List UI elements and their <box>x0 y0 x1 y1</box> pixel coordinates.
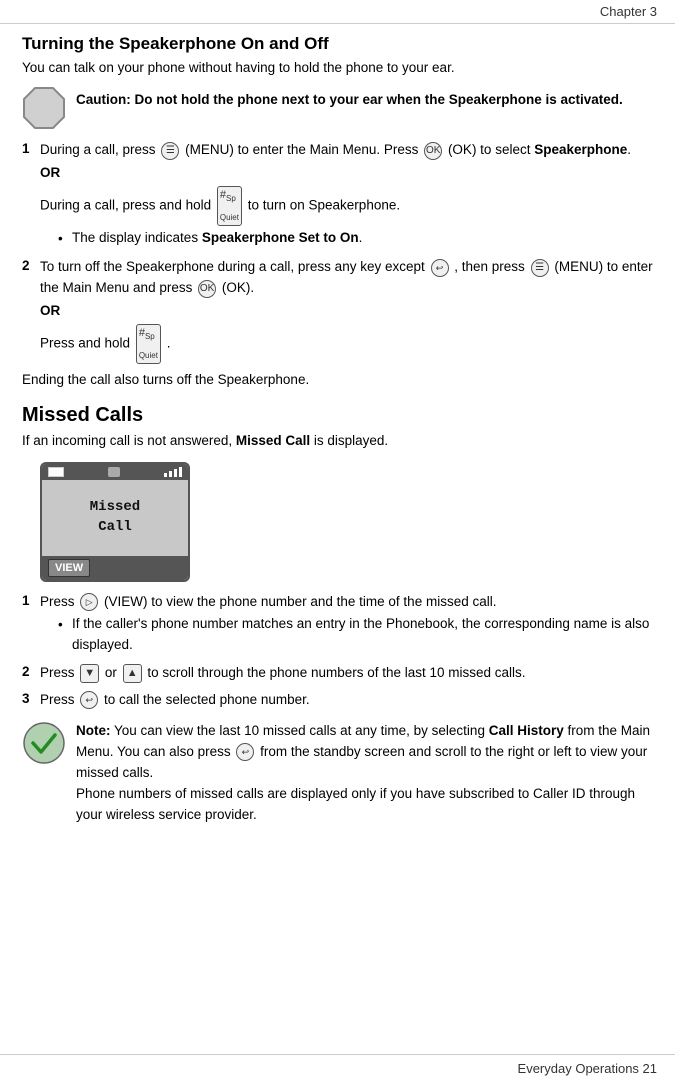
view-softkey: VIEW <box>48 559 90 577</box>
mc-step-1-text2: (VIEW) to view the phone number and the … <box>104 594 496 609</box>
down-arrow-icon: ▼ <box>80 664 99 684</box>
step-2-or: OR <box>40 301 653 322</box>
mc-step-1-bullet-text: If the caller's phone number matches an … <box>72 614 653 655</box>
step-1: 1 During a call, press ☰ (MENU) to enter… <box>22 140 653 251</box>
battery-icon <box>48 467 64 477</box>
step-2-text: To turn off the Speakerphone during a ca… <box>40 259 429 274</box>
step-1-bullet-text: The display indicates Speakerphone Set t… <box>72 228 362 248</box>
caution-text: Caution: Do not hold the phone next to y… <box>76 86 623 110</box>
bar4 <box>179 467 182 477</box>
main-content: Turning the Speakerphone On and Off You … <box>0 30 675 851</box>
step-1-secondary: During a call, press and hold #SpQuiet t… <box>40 186 653 226</box>
missed-calls-title: Missed Calls <box>22 404 653 427</box>
step-1-text: During a call, press <box>40 142 159 157</box>
bar1 <box>164 473 167 477</box>
page-container: Chapter 3 Turning the Speakerphone On an… <box>0 0 675 1088</box>
phone-screen-text: Missed Call <box>90 498 140 537</box>
speakerphone-title: Turning the Speakerphone On and Off <box>22 34 653 54</box>
page-header: Chapter 3 <box>0 0 675 24</box>
signal-bars <box>164 467 182 477</box>
mc-step-3: 3 Press ↩ to call the selected phone num… <box>22 690 653 711</box>
note-box: Note: You can view the last 10 missed ca… <box>22 721 653 826</box>
mc-step-1-bullet: • If the caller's phone number matches a… <box>58 614 653 655</box>
speakerphone-intro: You can talk on your phone without havin… <box>22 58 653 78</box>
mc-step-3-content: Press ↩ to call the selected phone numbe… <box>40 690 653 711</box>
step-1-text3: (OK) to select Speakerphone. <box>448 142 631 157</box>
step-2-text4: (OK). <box>222 280 254 295</box>
missed-calls-intro: If an incoming call is not answered, Mis… <box>22 431 653 451</box>
step-2: 2 To turn off the Speakerphone during a … <box>22 257 653 364</box>
step-2-num: 2 <box>22 257 40 273</box>
page-footer: Everyday Operations 21 <box>0 1054 675 1076</box>
menu-icon-1: ☰ <box>161 142 179 160</box>
step-2-secondary: Press and hold #SpQuiet . <box>40 324 653 364</box>
note-icon <box>22 721 66 765</box>
mc-step-2-num: 2 <box>22 663 40 679</box>
phone-display: Missed Call VIEW <box>40 462 190 582</box>
bullet-dot: • <box>58 228 72 249</box>
caution-label: Caution: Do not hold the phone next to y… <box>76 92 623 107</box>
note-call-icon: ↩ <box>236 743 254 761</box>
caution-icon <box>22 86 66 130</box>
mc-step-1-text: Press <box>40 594 78 609</box>
menu-icon-2: ☰ <box>531 259 549 277</box>
mc-step-1: 1 Press ▷ (VIEW) to view the phone numbe… <box>22 592 653 657</box>
call-icon: ↩ <box>80 691 98 709</box>
step-1-bullet: • The display indicates Speakerphone Set… <box>58 228 653 249</box>
sp-quiet-icon-2: #SpQuiet <box>136 324 161 364</box>
bar2 <box>169 471 172 477</box>
sim-icon <box>108 467 120 477</box>
step-1-num: 1 <box>22 140 40 156</box>
mc-step-3-text2: to call the selected phone number. <box>104 692 310 707</box>
ok-icon-2: OK <box>198 280 216 298</box>
note-text: Note: You can view the last 10 missed ca… <box>76 721 653 826</box>
octagon-svg <box>22 86 66 130</box>
step-1-or: OR <box>40 163 653 184</box>
mc-step-1-num: 1 <box>22 592 40 608</box>
speakerphone-ending: Ending the call also turns off the Speak… <box>22 370 653 390</box>
step-2-content: To turn off the Speakerphone during a ca… <box>40 257 653 364</box>
mc-step-2: 2 Press ▼ or ▲ to scroll through the pho… <box>22 663 653 684</box>
footer-text: Everyday Operations 21 <box>518 1061 657 1076</box>
bar3 <box>174 469 177 477</box>
step-1-text2: (MENU) to enter the Main Menu. Press <box>185 142 422 157</box>
mc-step-3-num: 3 <box>22 690 40 706</box>
mc-step-2-text2: or <box>105 665 121 680</box>
mc-step-3-text: Press <box>40 692 78 707</box>
bullet-dot-mc: • <box>58 614 72 635</box>
phone-softkey-bar: VIEW <box>42 556 188 580</box>
mc-step-2-text: Press <box>40 665 78 680</box>
mc-step-2-content: Press ▼ or ▲ to scroll through the phone… <box>40 663 653 684</box>
view-icon: ▷ <box>80 593 98 611</box>
step-2-text2: , then press <box>454 259 528 274</box>
mc-step-2-text3: to scroll through the phone numbers of t… <box>147 665 525 680</box>
up-arrow-icon: ▲ <box>123 664 142 684</box>
mc-step-1-content: Press ▷ (VIEW) to view the phone number … <box>40 592 653 657</box>
sp-quiet-icon-1: #SpQuiet <box>217 186 242 226</box>
phone-screen: Missed Call <box>42 480 188 556</box>
chapter-label: Chapter 3 <box>600 4 657 19</box>
end-icon: ↩ <box>431 259 449 277</box>
caution-box: Caution: Do not hold the phone next to y… <box>22 86 653 130</box>
step-1-content: During a call, press ☰ (MENU) to enter t… <box>40 140 653 251</box>
checkmark-svg <box>22 721 66 765</box>
phone-status-bar <box>42 464 188 480</box>
ok-icon-1: OK <box>424 142 442 160</box>
note-label: Note: <box>76 723 111 738</box>
